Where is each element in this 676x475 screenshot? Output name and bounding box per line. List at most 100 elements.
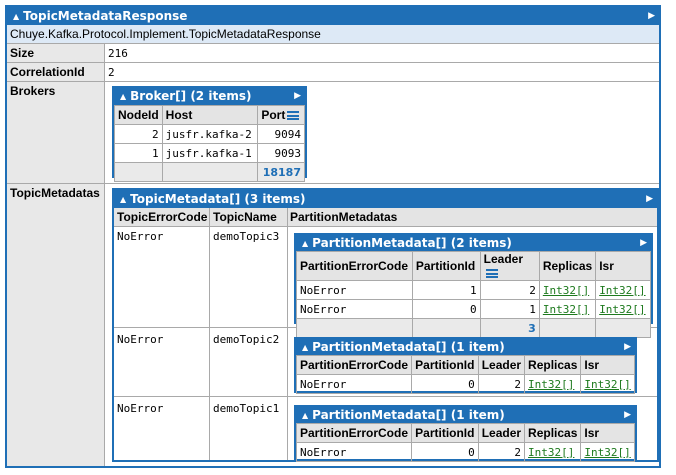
column-header-host[interactable]: Host [161, 105, 259, 125]
expand-arrow-icon[interactable]: ▶ [646, 190, 653, 208]
column-header-isr[interactable]: Isr [580, 355, 635, 375]
table-row: 2 jusfr.kafka-2 9094 [114, 124, 305, 144]
column-header-topicname[interactable]: TopicName [213, 210, 277, 224]
table-row: NoError 0 2 Int32[] Int32[] [295, 442, 635, 462]
partitionmetadata-grid: PartitionErrorCode PartitionId Leader Re… [295, 355, 635, 394]
partitionmetadata-header[interactable]: ▲ PartitionMetadata[] (1 item) ▶ [296, 407, 635, 423]
partition-error-code-cell: NoError [296, 280, 413, 300]
total-empty-cell [161, 162, 259, 182]
size-value: 216 [105, 44, 659, 63]
root-title: TopicMetadataResponse [23, 9, 188, 23]
partition-error-code-cell: NoError [295, 442, 413, 462]
partition-error-code-cell: NoError [295, 374, 413, 394]
partition-id-cell: 0 [411, 442, 479, 462]
column-header-nodeid[interactable]: NodeId [114, 105, 163, 125]
replicas-link[interactable]: Int32[] [543, 303, 589, 316]
partitionmetadata-title: PartitionMetadata[] (2 items) [312, 236, 512, 250]
column-menu-icon[interactable] [287, 111, 300, 121]
total-empty-cell [114, 162, 163, 182]
size-label: Size [7, 44, 105, 63]
isr-link[interactable]: Int32[] [599, 303, 645, 316]
leader-total: 3 [479, 318, 540, 338]
column-header-partitionerrorcode[interactable]: PartitionErrorCode [295, 423, 413, 443]
topic-error-code: NoError [117, 230, 164, 243]
column-divider [287, 208, 288, 460]
root-header[interactable]: ▲ TopicMetadataResponse ▶ [7, 7, 659, 25]
topicmetadata-column-headers: TopicErrorCode TopicName PartitionMetada… [114, 208, 657, 227]
partitionmetadata-table: ▲ PartitionMetadata[] (2 items) ▶ Partiti… [294, 233, 653, 338]
expand-arrow-icon[interactable]: ▶ [640, 235, 647, 251]
leader-cell: 2 [477, 374, 526, 394]
topic-error-code: NoError [117, 333, 164, 346]
column-header-leader[interactable]: Leader [477, 423, 526, 443]
partitionmetadata-header[interactable]: ▲ PartitionMetadata[] (2 items) ▶ [296, 235, 651, 251]
collapse-triangle-icon[interactable]: ▲ [120, 92, 126, 101]
partition-error-code-cell: NoError [296, 299, 413, 319]
collapse-triangle-icon[interactable]: ▲ [302, 411, 308, 420]
topicmetadata-table: ▲ TopicMetadata[] (3 items) ▶ TopicErrorC… [112, 188, 659, 462]
total-empty-cell [411, 318, 481, 338]
column-header-partitionid[interactable]: PartitionId [411, 251, 481, 281]
leader-header-label: Leader [483, 252, 524, 266]
column-header-replicas[interactable]: Replicas [524, 423, 582, 443]
column-header-partitionerrorcode[interactable]: PartitionErrorCode [295, 355, 413, 375]
correlationid-label: CorrelationId [7, 63, 105, 82]
host-cell: jusfr.kafka-1 [161, 143, 259, 163]
expand-arrow-icon[interactable]: ▶ [624, 407, 631, 423]
topicmetadata-header[interactable]: ▲ TopicMetadata[] (3 items) ▶ [114, 190, 657, 208]
column-header-topicerrorcode[interactable]: TopicErrorCode [117, 210, 207, 224]
collapse-triangle-icon[interactable]: ▲ [302, 343, 308, 352]
root-type-name: Chuye.Kafka.Protocol.Implement.TopicMeta… [7, 25, 659, 44]
table-row: NoError 0 1 Int32[] Int32[] [296, 299, 651, 319]
partitionmetadata-grid: PartitionErrorCode PartitionId Leader Re… [295, 423, 635, 462]
column-divider [209, 208, 210, 460]
expand-arrow-icon[interactable]: ▶ [624, 339, 631, 355]
topicmetadatas-label: TopicMetadatas [7, 184, 105, 466]
brokers-header[interactable]: ▲ Broker[] (2 items) ▶ [114, 88, 305, 105]
replicas-link[interactable]: Int32[] [543, 284, 589, 297]
expand-arrow-icon[interactable]: ▶ [648, 7, 655, 25]
replicas-link[interactable]: Int32[] [528, 446, 574, 459]
row-divider [114, 396, 657, 397]
total-empty-cell [595, 318, 651, 338]
column-header-partitionid[interactable]: PartitionId [411, 423, 479, 443]
column-header-leader[interactable]: Leader [477, 355, 526, 375]
isr-link[interactable]: Int32[] [584, 446, 630, 459]
isr-link[interactable]: Int32[] [584, 378, 630, 391]
topicmetadata-title: TopicMetadata[] (3 items) [130, 192, 306, 206]
column-header-partitionmetadatas[interactable]: PartitionMetadatas [290, 210, 397, 224]
partitionmetadata-title: PartitionMetadata[] (1 item) [312, 408, 505, 422]
brokers-grid: NodeId Host Port 2 jusfr.kafka-2 9094 1 … [114, 105, 305, 182]
host-cell: jusfr.kafka-2 [161, 124, 259, 144]
column-menu-icon[interactable] [485, 269, 498, 279]
partition-id-cell: 0 [411, 374, 479, 394]
partitionmetadata-title: PartitionMetadata[] (1 item) [312, 340, 505, 354]
replicas-link[interactable]: Int32[] [528, 378, 574, 391]
column-header-isr[interactable]: Isr [580, 423, 635, 443]
expand-arrow-icon[interactable]: ▶ [294, 88, 301, 105]
topic-error-code: NoError [117, 402, 164, 415]
column-header-leader[interactable]: Leader [479, 251, 540, 281]
node-id-cell: 2 [114, 124, 163, 144]
collapse-triangle-icon[interactable]: ▲ [302, 239, 308, 248]
column-header-partitionerrorcode[interactable]: PartitionErrorCode [296, 251, 413, 281]
isr-link[interactable]: Int32[] [599, 284, 645, 297]
port-cell: 9093 [257, 143, 305, 163]
table-row: NoError 1 2 Int32[] Int32[] [296, 280, 651, 300]
column-header-partitionid[interactable]: PartitionId [411, 355, 479, 375]
column-header-replicas[interactable]: Replicas [524, 355, 582, 375]
partitionmetadata-table: ▲ PartitionMetadata[] (1 item) ▶ Partitio… [294, 405, 637, 462]
total-row: 18187 [114, 162, 305, 182]
collapse-triangle-icon[interactable]: ▲ [13, 12, 19, 21]
column-header-isr[interactable]: Isr [595, 251, 651, 281]
root-container: ▲ TopicMetadataResponse ▶ Chuye.Kafka.Pro… [5, 5, 661, 468]
column-header-port[interactable]: Port [257, 105, 305, 125]
leader-cell: 2 [477, 442, 526, 462]
total-empty-cell [538, 318, 597, 338]
column-header-replicas[interactable]: Replicas [538, 251, 597, 281]
leader-cell: 1 [479, 299, 540, 319]
correlationid-value: 2 [105, 63, 659, 82]
partitionmetadata-header[interactable]: ▲ PartitionMetadata[] (1 item) ▶ [296, 339, 635, 355]
table-row: NoError 0 2 Int32[] Int32[] [295, 374, 635, 394]
collapse-triangle-icon[interactable]: ▲ [120, 195, 126, 204]
